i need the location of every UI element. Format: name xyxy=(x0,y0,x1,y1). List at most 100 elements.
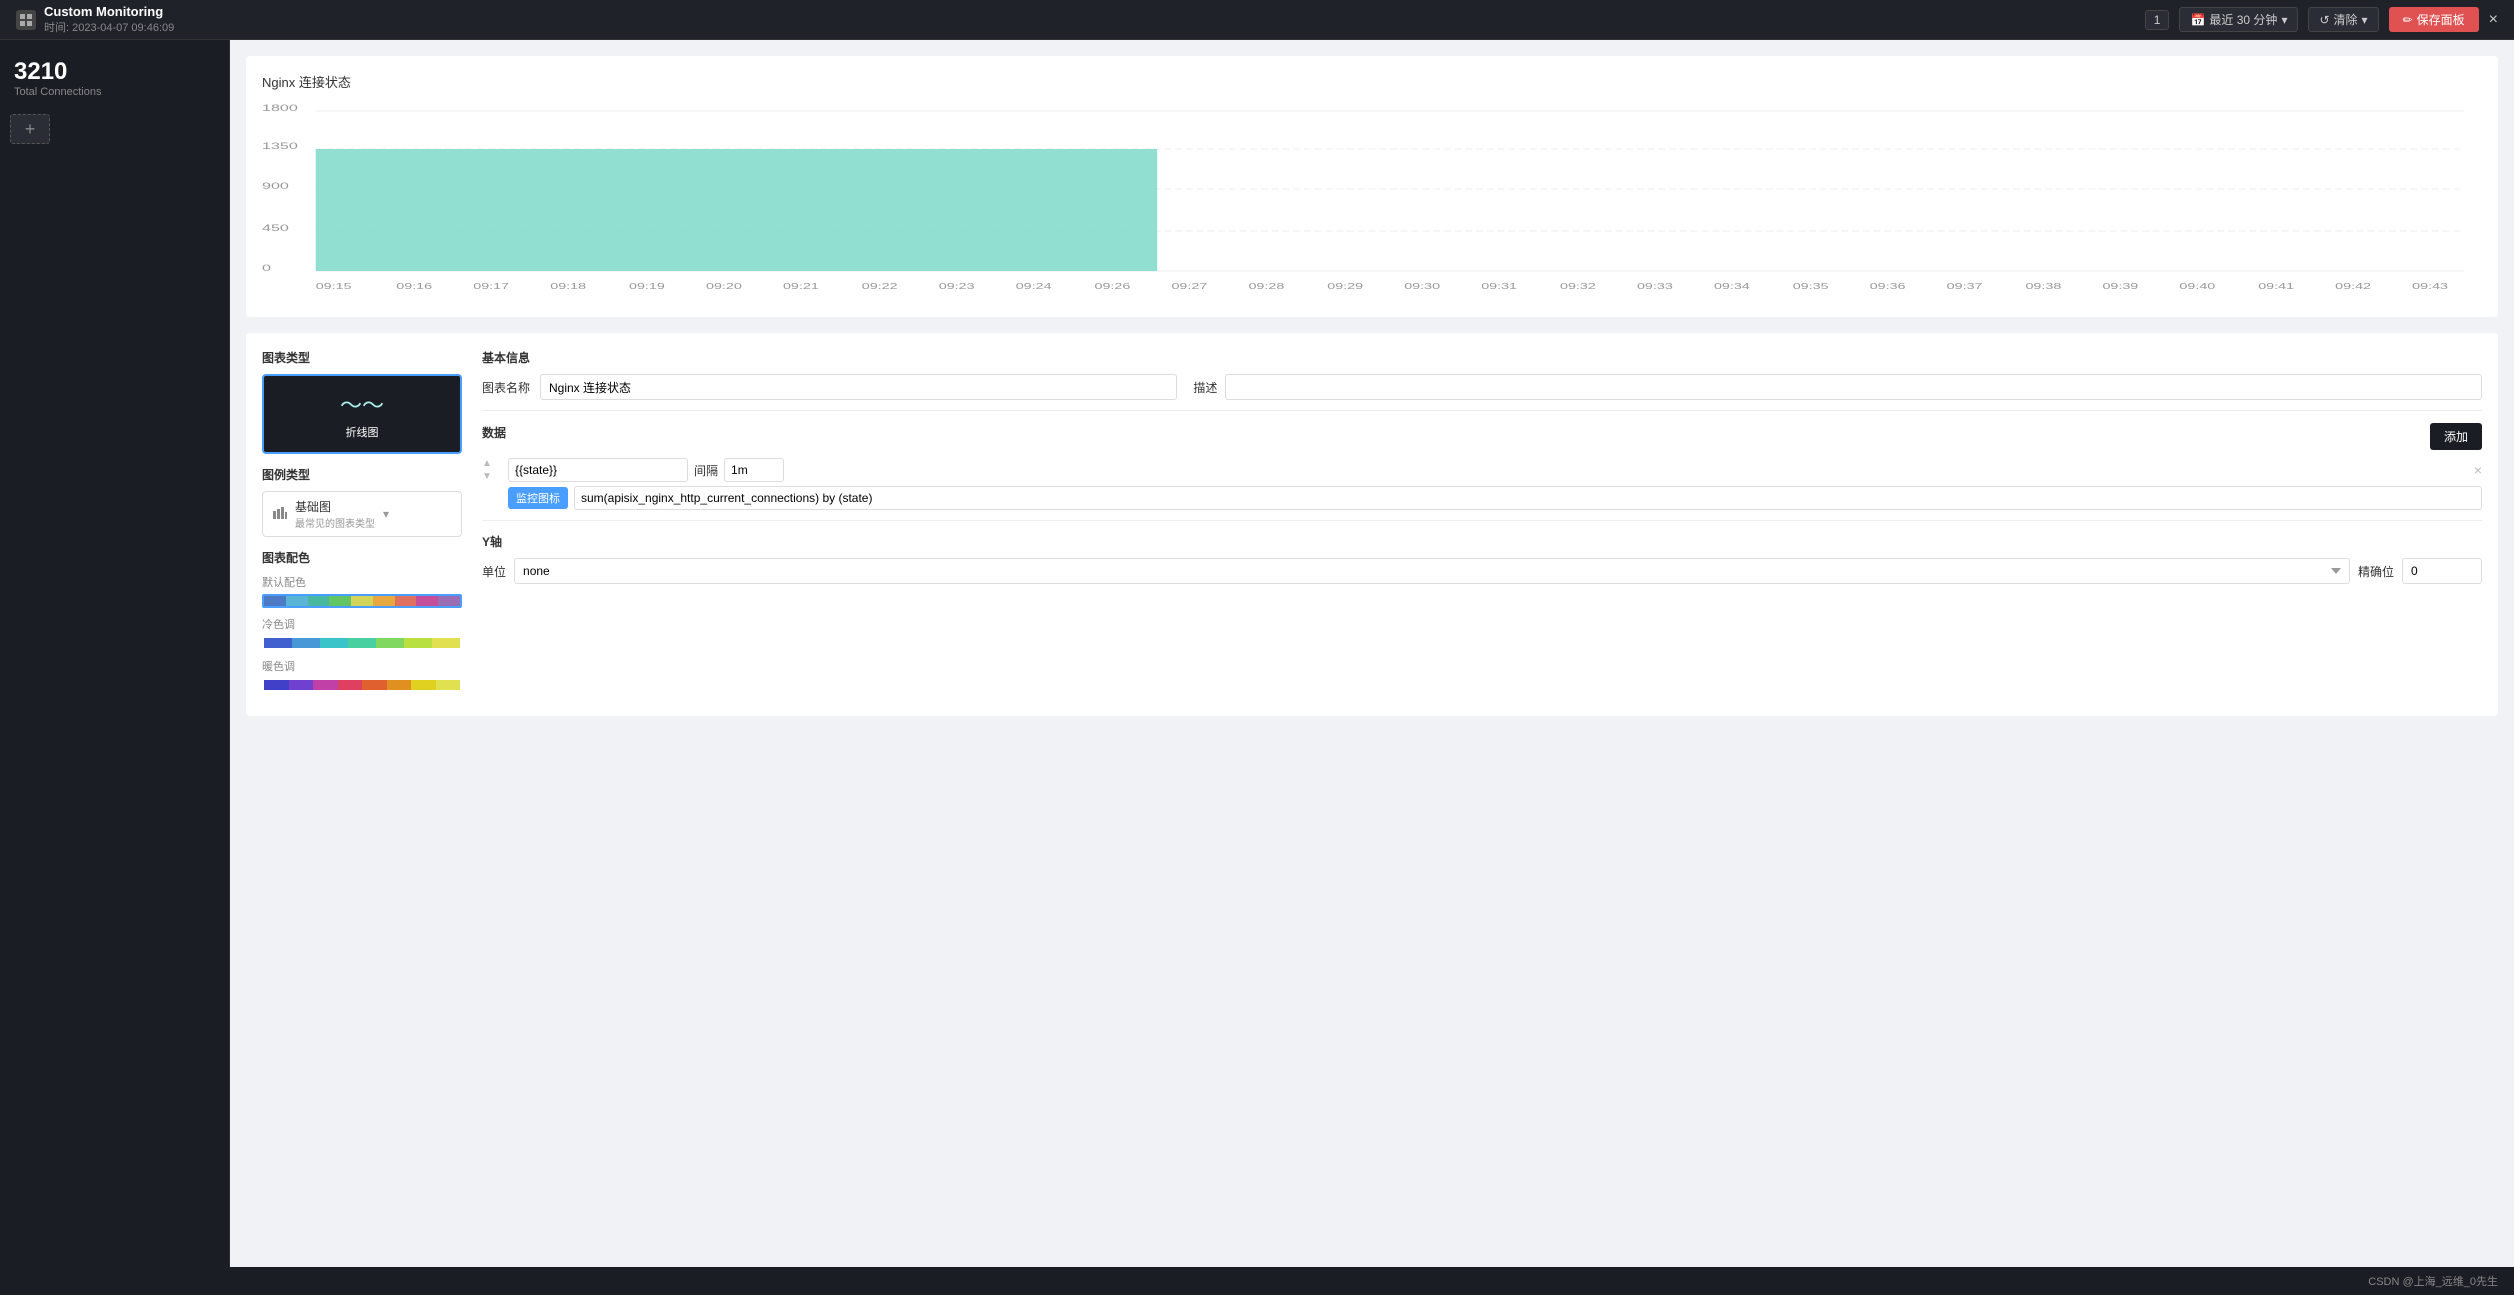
refresh-icon: ↺ xyxy=(2319,13,2329,27)
warm-swatch-6 xyxy=(387,680,412,690)
default-palette-label: 默认配色 xyxy=(262,574,462,590)
chart-name-input[interactable] xyxy=(540,374,1177,400)
datasource-badge[interactable]: 监控图标 xyxy=(508,487,568,509)
main-layout: 3210 Total Connections + Nginx 连接状态 1800… xyxy=(0,40,2514,1295)
svg-text:09:22: 09:22 xyxy=(862,282,898,291)
svg-text:09:43: 09:43 xyxy=(2412,282,2448,291)
svg-text:09:39: 09:39 xyxy=(2102,282,2138,291)
footer: CSDN @上海_远维_0先生 xyxy=(0,1267,2514,1295)
svg-text:09:30: 09:30 xyxy=(1404,282,1440,291)
topbar: Custom Monitoring 时间: 2023-04-07 09:46:0… xyxy=(0,0,2514,40)
topbar-right: 1 📅 最近 30 分钟 ▾ ↺ 清除 ▾ ✏ 保存面板 × xyxy=(2145,7,2498,32)
warm-swatch-5 xyxy=(362,680,387,690)
warm-palette-label: 暖色调 xyxy=(262,658,462,674)
svg-text:09:40: 09:40 xyxy=(2179,282,2215,291)
svg-text:09:15: 09:15 xyxy=(316,282,352,291)
svg-text:09:36: 09:36 xyxy=(1870,282,1906,291)
close-button[interactable]: × xyxy=(2489,11,2498,29)
warm-palette[interactable] xyxy=(262,678,462,692)
palette-swatch-5 xyxy=(351,596,373,606)
data-section: 数据 添加 ▲ ▼ 间隔 × xyxy=(482,423,2482,510)
palette-swatch-7 xyxy=(395,596,417,606)
svg-text:09:42: 09:42 xyxy=(2335,282,2371,291)
save-icon: ✏ xyxy=(2403,13,2413,27)
svg-text:09:23: 09:23 xyxy=(939,282,975,291)
line-chart-icon: 〜〜 xyxy=(340,388,384,420)
palette-swatch-3 xyxy=(308,596,330,606)
svg-text:1350: 1350 xyxy=(262,141,298,151)
svg-text:1800: 1800 xyxy=(262,103,298,113)
bar-chart-icon xyxy=(273,507,287,522)
cold-swatch-6 xyxy=(404,638,432,648)
svg-text:09:18: 09:18 xyxy=(550,282,586,291)
save-button[interactable]: ✏ 保存面板 xyxy=(2389,7,2479,32)
cold-swatch-3 xyxy=(320,638,348,648)
palette-swatch-2 xyxy=(286,596,308,606)
svg-text:09:35: 09:35 xyxy=(1793,282,1829,291)
config-right: 基本信息 图表名称 描述 数据 添加 xyxy=(482,349,2482,700)
cold-palette-label: 冷色调 xyxy=(262,616,462,632)
cold-swatch-7 xyxy=(432,638,460,648)
svg-text:09:21: 09:21 xyxy=(783,282,819,291)
chart-name-row: 图表名称 描述 xyxy=(482,374,2482,400)
query-input[interactable] xyxy=(574,486,2482,510)
config-left: 图表类型 〜〜 折线图 图例类型 基础图 最常见的图表类型 xyxy=(262,349,462,700)
chart-type-selector[interactable]: 〜〜 折线图 xyxy=(262,374,462,454)
legend-type-section: 图例类型 基础图 最常见的图表类型 ▾ xyxy=(262,466,462,537)
add-panel-button[interactable]: + xyxy=(10,114,50,144)
yaxis-row: 单位 none 精确位 xyxy=(482,558,2482,584)
svg-text:09:38: 09:38 xyxy=(2025,282,2061,291)
chevron-down-icon: ▾ xyxy=(2281,13,2287,27)
svg-text:900: 900 xyxy=(262,181,289,191)
basic-info-section: 基本信息 图表名称 描述 xyxy=(482,349,2482,400)
warm-swatch-2 xyxy=(289,680,314,690)
chart-title: Nginx 连接状态 xyxy=(262,72,2482,91)
add-data-button[interactable]: 添加 xyxy=(2430,423,2482,450)
cold-swatch-1 xyxy=(264,638,292,648)
move-icons[interactable]: ▲ ▼ xyxy=(482,458,502,482)
precision-label: 精确位 xyxy=(2358,563,2394,580)
config-panel: 图表类型 〜〜 折线图 图例类型 基础图 最常见的图表类型 xyxy=(246,333,2498,716)
divider-2 xyxy=(482,520,2482,521)
yaxis-section-title: Y轴 xyxy=(482,533,2482,550)
svg-text:09:31: 09:31 xyxy=(1481,282,1517,291)
sidebar: 3210 Total Connections + xyxy=(0,40,230,1295)
legend-type-desc: 最常见的图表类型 xyxy=(295,515,375,530)
legend-type-section-title: 图例类型 xyxy=(262,466,462,483)
save-label: 保存面板 xyxy=(2417,11,2465,28)
yaxis-section: Y轴 单位 none 精确位 xyxy=(482,533,2482,584)
cold-swatch-4 xyxy=(348,638,376,648)
unit-select[interactable]: none xyxy=(514,558,2350,584)
warm-swatch-7 xyxy=(411,680,436,690)
time-range-button[interactable]: 📅 最近 30 分钟 ▾ xyxy=(2179,7,2298,32)
svg-text:09:28: 09:28 xyxy=(1248,282,1284,291)
move-down-icon: ▼ xyxy=(482,471,502,482)
refresh-label: 清除 xyxy=(2334,11,2358,28)
legend-name-input[interactable] xyxy=(508,458,688,482)
main-content: Nginx 连接状态 1800 1350 900 450 0 xyxy=(230,40,2514,1295)
warm-swatch-8 xyxy=(436,680,461,690)
desc-input[interactable] xyxy=(1225,374,2482,400)
calendar-icon: 📅 xyxy=(2190,13,2205,27)
cold-palette[interactable] xyxy=(262,636,462,650)
svg-text:09:33: 09:33 xyxy=(1637,282,1673,291)
default-palette[interactable] xyxy=(262,594,462,608)
refresh-button[interactable]: ↺ 清除 ▾ xyxy=(2308,7,2378,32)
delete-row-button[interactable]: × xyxy=(2474,462,2482,478)
data-header: 数据 添加 xyxy=(482,423,2482,450)
color-section-title: 图表配色 xyxy=(262,549,462,566)
precision-input[interactable] xyxy=(2402,558,2482,584)
chevron-down-icon-3: ▾ xyxy=(383,507,389,521)
app-logo xyxy=(16,10,36,30)
svg-text:09:17: 09:17 xyxy=(473,282,509,291)
divider-1 xyxy=(482,410,2482,411)
unit-label: 单位 xyxy=(482,563,506,580)
chart-container: 1800 1350 900 450 0 09:15 0 xyxy=(262,101,2482,301)
svg-text:09:41: 09:41 xyxy=(2258,282,2294,291)
footer-text: CSDN @上海_远维_0先生 xyxy=(2368,1276,2498,1288)
step-input[interactable] xyxy=(724,458,784,482)
palette-swatch-6 xyxy=(373,596,395,606)
chevron-down-icon-2: ▾ xyxy=(2362,13,2368,27)
legend-type-dropdown[interactable]: 基础图 最常见的图表类型 ▾ xyxy=(262,491,462,537)
app-title: Custom Monitoring xyxy=(44,4,174,19)
